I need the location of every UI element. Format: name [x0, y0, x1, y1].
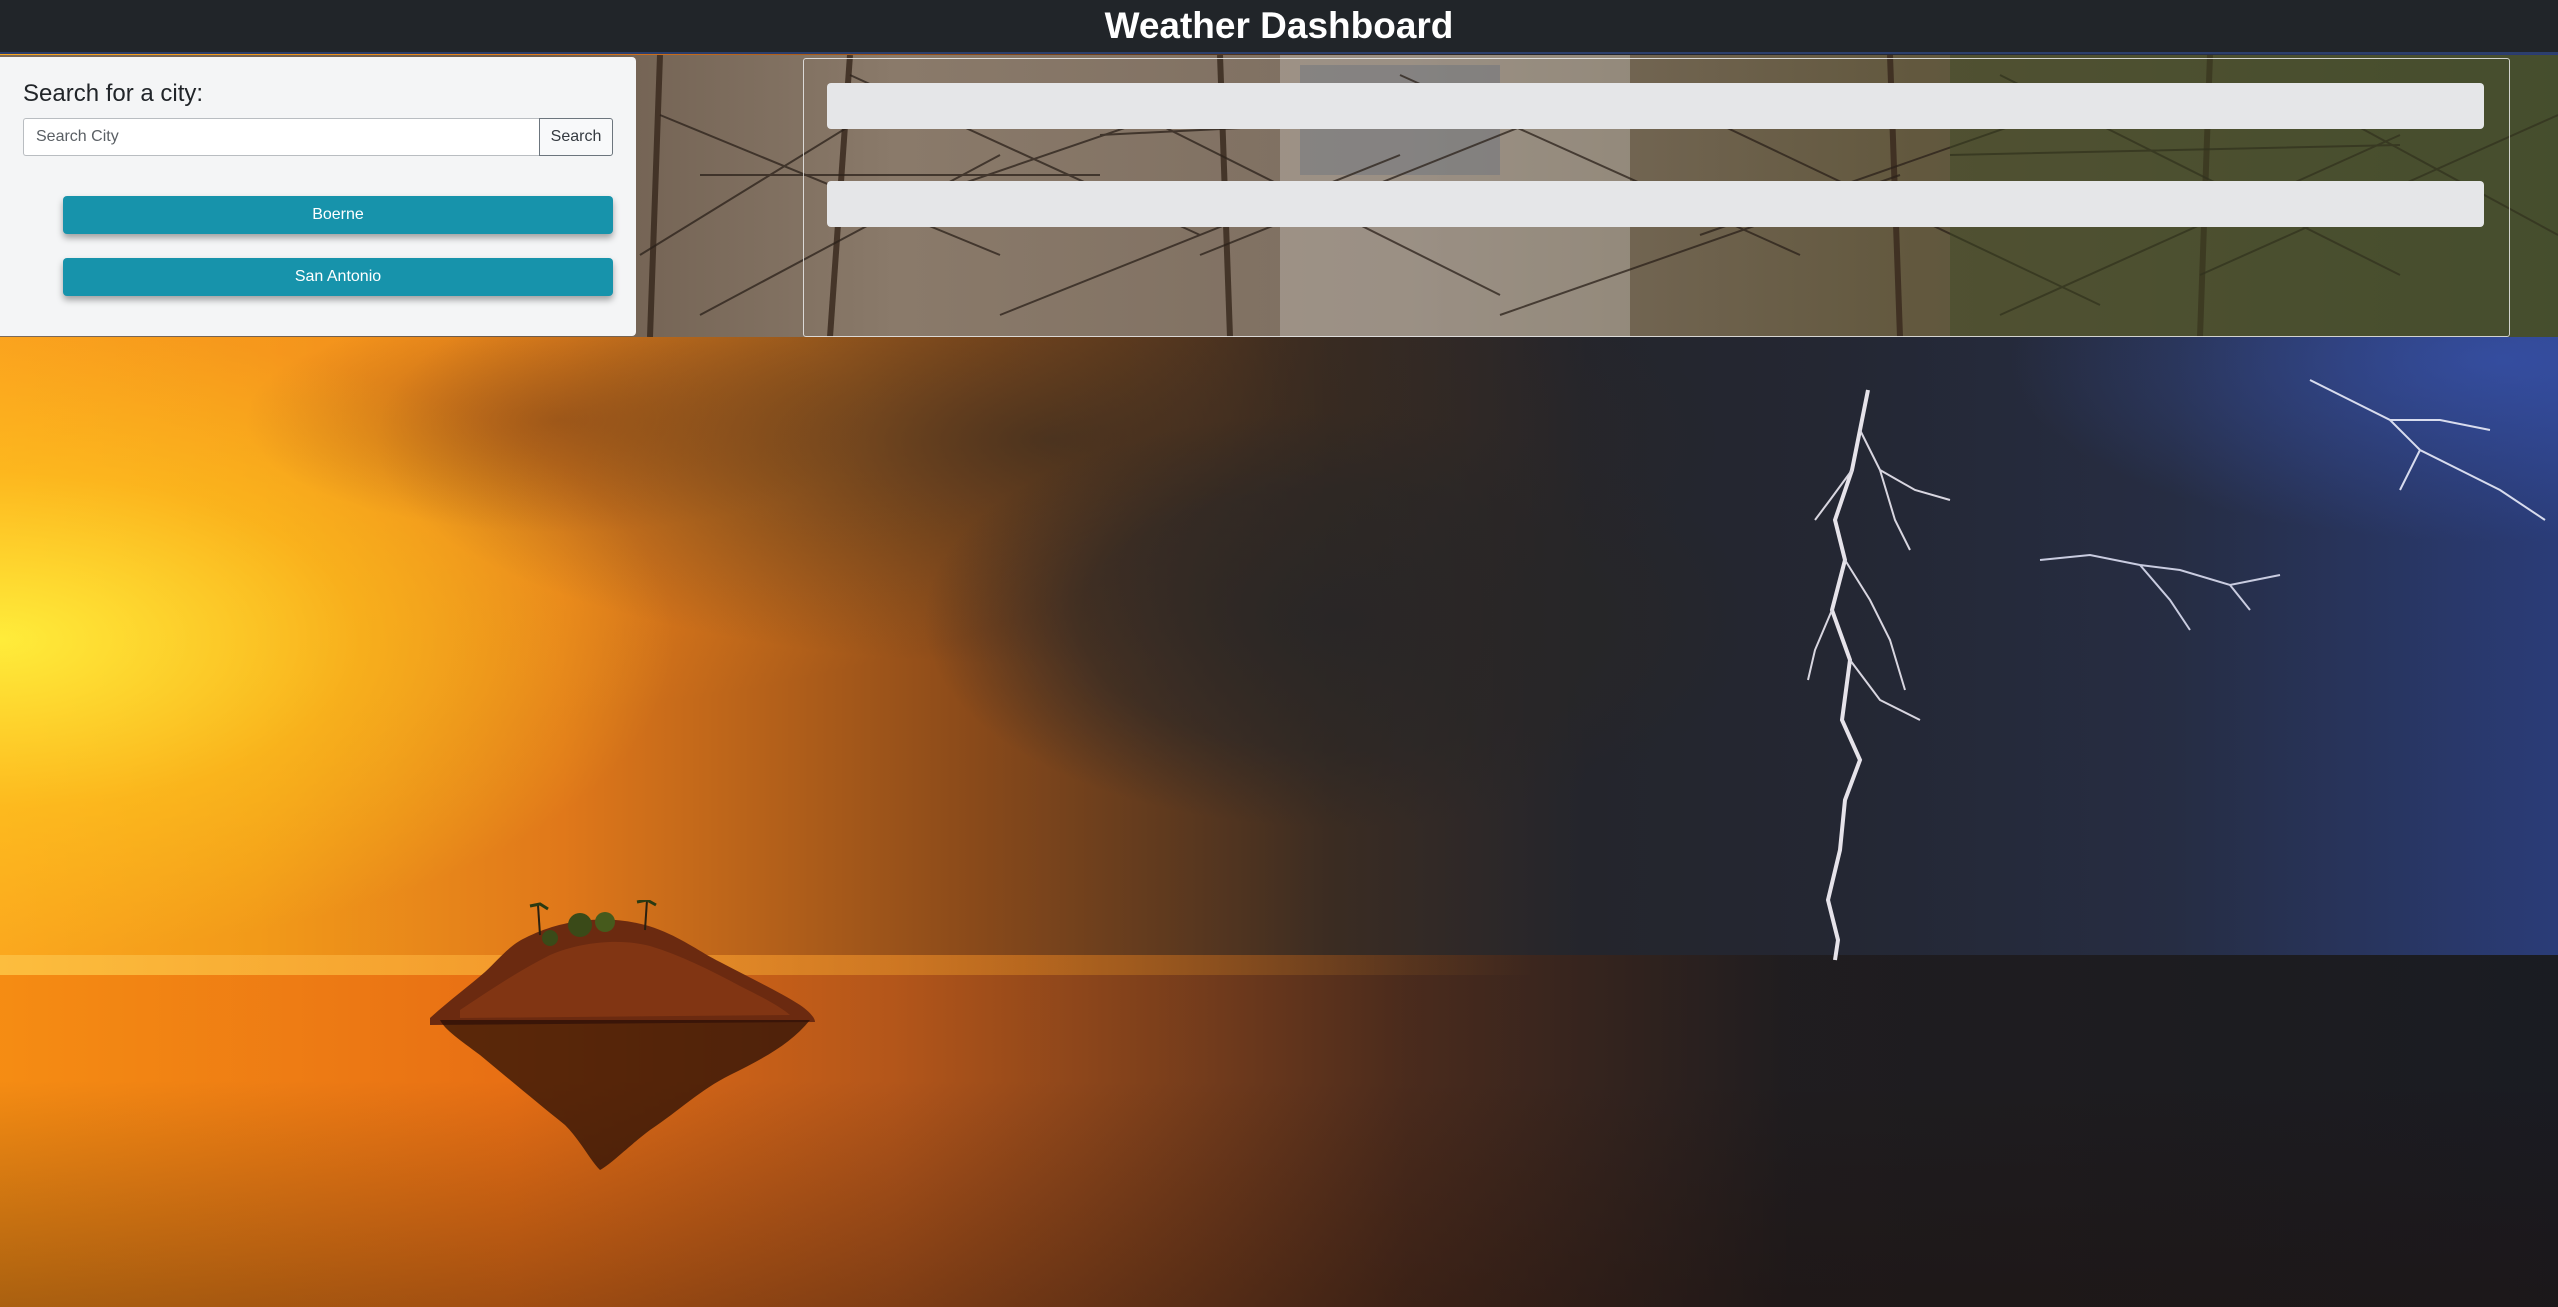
weather-results-panel [803, 58, 2510, 337]
navbar: Weather Dashboard [0, 0, 2558, 54]
search-heading: Search for a city: [23, 80, 204, 107]
forecast-bar [827, 181, 2484, 227]
search-button[interactable]: Search [539, 118, 613, 156]
page-title: Weather Dashboard [1104, 5, 1454, 46]
search-city-input[interactable] [23, 118, 540, 156]
search-panel: Search for a city: Search Boerne San Ant… [0, 57, 636, 336]
history-city-button-boerne[interactable]: Boerne [63, 196, 613, 234]
current-weather-bar [827, 83, 2484, 129]
history-city-button-san-antonio[interactable]: San Antonio [63, 258, 613, 296]
